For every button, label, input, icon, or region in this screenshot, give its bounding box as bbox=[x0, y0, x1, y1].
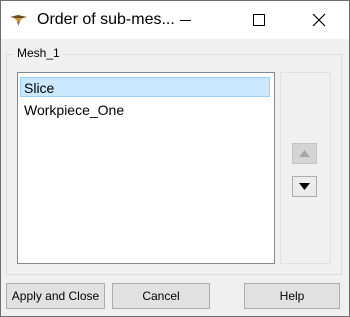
list-item-label: Workpiece_One bbox=[24, 102, 125, 118]
move-down-button[interactable] bbox=[292, 176, 317, 197]
help-button[interactable]: Help bbox=[244, 283, 340, 309]
minimize-icon bbox=[180, 20, 191, 21]
maximize-icon bbox=[253, 14, 265, 26]
window-title: Order of sub-mes... bbox=[37, 11, 175, 28]
apply-and-close-button[interactable]: Apply and Close bbox=[6, 283, 105, 309]
list-item[interactable]: Workpiece_One bbox=[20, 99, 270, 119]
list-item[interactable]: Slice bbox=[20, 77, 270, 97]
list-item-label: Slice bbox=[24, 80, 55, 96]
app-icon bbox=[10, 13, 27, 27]
submesh-list[interactable]: Slice Workpiece_One bbox=[17, 72, 275, 264]
order-buttons-panel bbox=[280, 72, 331, 264]
title-bar[interactable]: Order of sub-mes... bbox=[1, 1, 349, 39]
triangle-down-icon bbox=[299, 183, 310, 190]
close-icon bbox=[312, 13, 326, 27]
move-up-button[interactable] bbox=[292, 143, 317, 164]
close-button[interactable] bbox=[296, 1, 342, 39]
group-label: Mesh_1 bbox=[14, 45, 63, 61]
cancel-button[interactable]: Cancel bbox=[112, 283, 210, 309]
maximize-button[interactable] bbox=[235, 1, 281, 39]
triangle-up-icon bbox=[299, 150, 310, 157]
minimize-button[interactable] bbox=[163, 1, 209, 39]
